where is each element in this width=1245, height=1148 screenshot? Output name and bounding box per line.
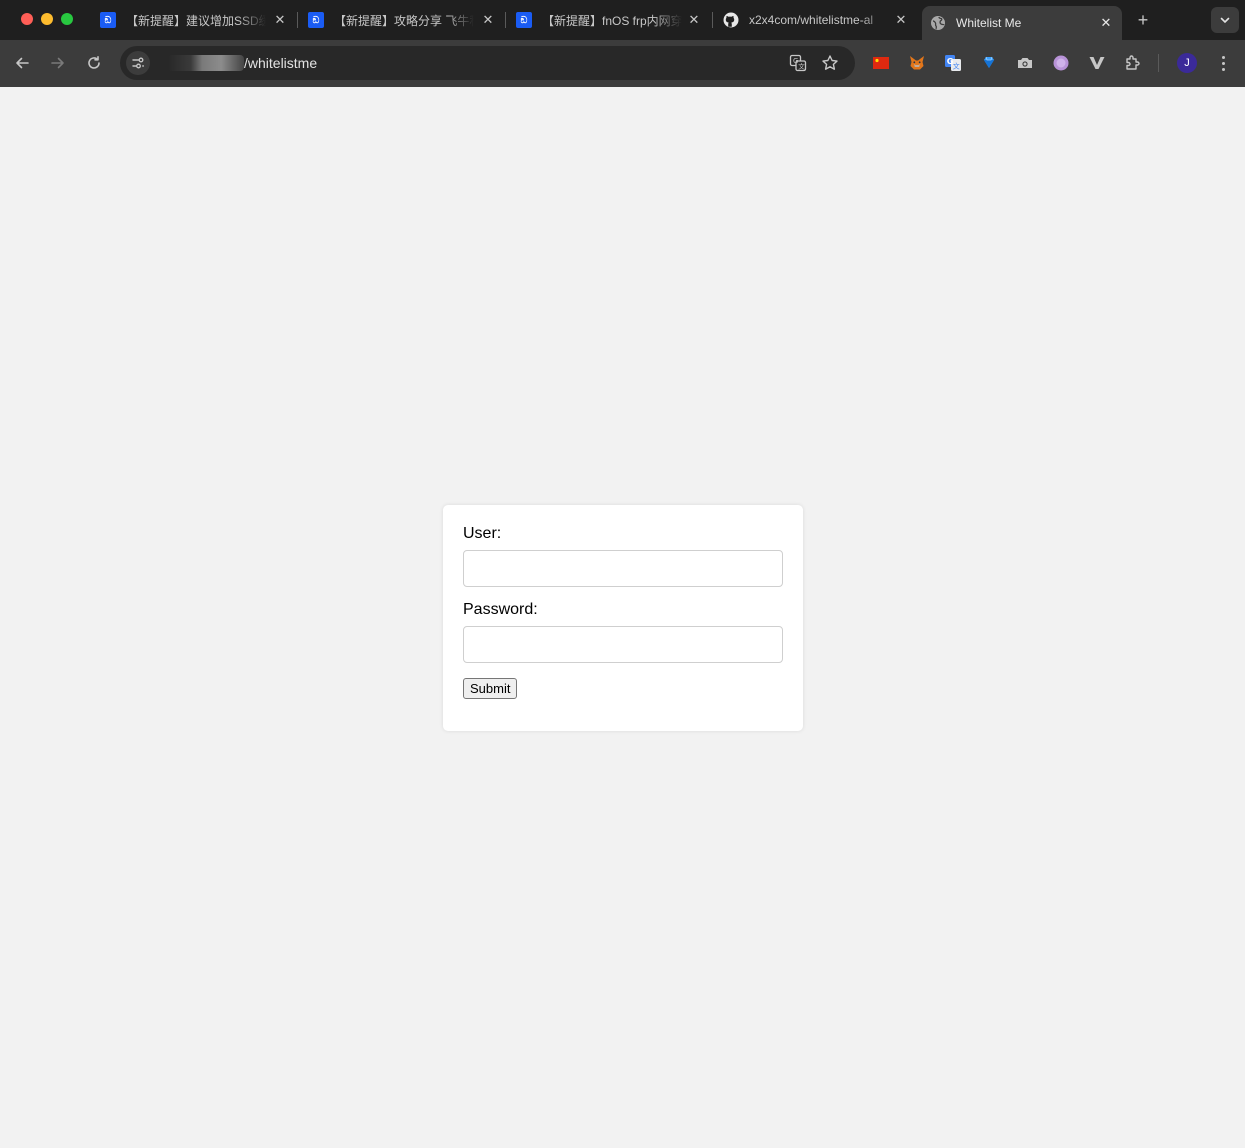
camera-icon xyxy=(1018,58,1032,68)
forward-button[interactable] xyxy=(47,52,69,74)
extension-gem[interactable] xyxy=(979,53,999,73)
dot xyxy=(1221,55,1225,59)
tab-1[interactable]: ඞ 【新提醒】建议增加SSD缓存 ✕ xyxy=(100,6,288,34)
extension-v[interactable] xyxy=(1087,53,1107,73)
extensions-menu-button[interactable] xyxy=(1123,53,1143,73)
tab-strip: ඞ 【新提醒】建议增加SSD缓存 ✕ ඞ 【新提醒】攻略分享 飞牛私有云 ✕ ඞ… xyxy=(0,0,1245,40)
reload-icon xyxy=(88,56,100,69)
fox-icon xyxy=(910,56,924,70)
diamond-icon xyxy=(984,56,994,68)
browser-window: ඞ 【新提醒】建议增加SSD缓存 ✕ ඞ 【新提醒】攻略分享 飞牛私有云 ✕ ඞ… xyxy=(0,0,1245,87)
address-bar[interactable]: /whitelistme G文 xyxy=(120,46,855,80)
password-label: Password: xyxy=(463,601,538,618)
arrow-right-icon xyxy=(51,57,64,69)
tab-title: 【新提醒】fnOS frp内网穿透 xyxy=(542,13,682,28)
tab-2[interactable]: ඞ 【新提醒】攻略分享 飞牛私有云 ✕ xyxy=(308,6,496,34)
extension-metamask[interactable] xyxy=(907,53,927,73)
china-flag-icon xyxy=(873,57,889,69)
google-translate-icon: G文 xyxy=(945,55,961,71)
minimize-window-button[interactable] xyxy=(41,13,53,25)
feiniu-icon: ඞ xyxy=(516,12,532,28)
maximize-window-button[interactable] xyxy=(61,13,73,25)
login-form: User: Password: Submit xyxy=(443,505,803,731)
purple-circle-icon xyxy=(1053,55,1069,71)
tab-title: 【新提醒】建议增加SSD缓存 xyxy=(126,13,266,28)
close-window-button[interactable] xyxy=(21,13,33,25)
page-content: User: Password: Submit xyxy=(0,87,1245,1148)
v-logo-icon xyxy=(1089,57,1105,69)
translate-icon: G文 xyxy=(789,54,807,72)
arrow-left-icon xyxy=(16,57,29,69)
toolbar: /whitelistme G文 G文 J xyxy=(0,40,1245,87)
tab-divider xyxy=(505,12,506,28)
close-icon[interactable]: ✕ xyxy=(272,12,288,28)
tab-title: Whitelist Me xyxy=(956,16,1022,30)
feiniu-icon: ඞ xyxy=(100,12,116,28)
github-icon xyxy=(723,12,739,28)
bookmark-button[interactable] xyxy=(821,54,839,72)
url-path: /whitelistme xyxy=(244,55,318,71)
star-icon xyxy=(822,55,838,70)
puzzle-icon xyxy=(1126,55,1140,70)
globe-icon xyxy=(930,15,946,31)
extension-screenshot[interactable] xyxy=(1015,53,1035,73)
close-icon[interactable]: ✕ xyxy=(1098,15,1114,31)
toolbar-divider xyxy=(1158,54,1159,72)
svg-text:文: 文 xyxy=(798,62,805,71)
url-text[interactable]: /whitelistme xyxy=(168,55,317,71)
close-icon[interactable]: ✕ xyxy=(480,12,496,28)
extension-china-flag[interactable] xyxy=(871,53,891,73)
user-label: User: xyxy=(463,525,502,542)
submit-button[interactable]: Submit xyxy=(463,678,518,699)
translate-button[interactable]: G文 xyxy=(789,54,807,72)
more-menu-button[interactable] xyxy=(1214,53,1232,73)
tab-divider xyxy=(297,12,298,28)
tab-divider xyxy=(712,12,713,28)
tab-title: 【新提醒】攻略分享 飞牛私有云 xyxy=(334,13,474,28)
user-input[interactable] xyxy=(463,550,783,587)
svg-text:文: 文 xyxy=(953,62,960,71)
tab-title: x2x4com/whitelistme-al xyxy=(749,13,874,27)
extension-google-translate[interactable]: G文 xyxy=(943,53,963,73)
extension-purple-circle[interactable] xyxy=(1051,53,1071,73)
new-tab-button[interactable]: + xyxy=(1134,11,1152,29)
tab-3[interactable]: ඞ 【新提醒】fnOS frp内网穿透 ✕ xyxy=(516,6,702,34)
chevron-down-icon xyxy=(1220,17,1230,24)
tab-search-button[interactable] xyxy=(1211,7,1239,33)
redacted-host xyxy=(168,55,244,71)
tune-icon xyxy=(132,57,144,69)
close-icon[interactable]: ✕ xyxy=(893,12,909,28)
password-input[interactable] xyxy=(463,626,783,663)
back-button[interactable] xyxy=(11,52,33,74)
profile-avatar[interactable]: J xyxy=(1177,53,1197,73)
reload-button[interactable] xyxy=(83,52,105,74)
close-icon[interactable]: ✕ xyxy=(686,12,702,28)
tab-4[interactable]: x2x4com/whitelistme-al ✕ xyxy=(723,6,909,34)
dot xyxy=(1221,67,1225,71)
feiniu-icon: ඞ xyxy=(308,12,324,28)
dot xyxy=(1221,61,1225,65)
site-settings-button[interactable] xyxy=(126,51,150,75)
tab-5-active[interactable]: Whitelist Me ✕ xyxy=(922,6,1122,40)
